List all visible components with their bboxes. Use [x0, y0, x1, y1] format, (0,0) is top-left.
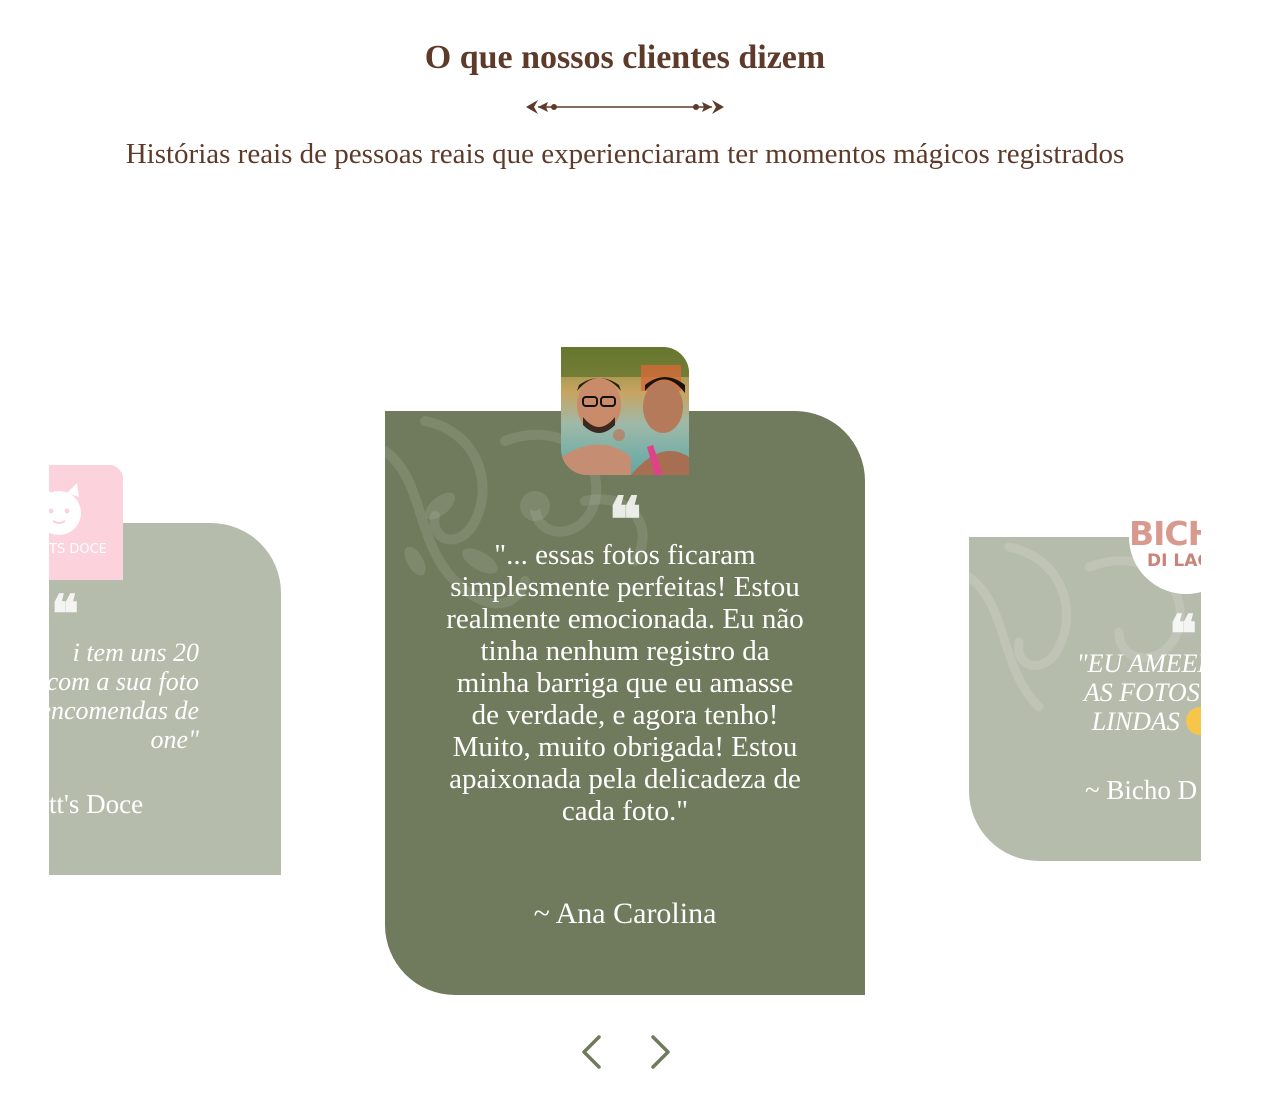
avatar: TS DOCE — [49, 465, 123, 580]
avatar-brand-label: BICH — [1129, 514, 1201, 553]
section-title: O que nossos clientes dizem — [424, 39, 826, 76]
testimonial-quote: "EU AMEEEE AS FOTOS F LINDAS — [1033, 649, 1201, 736]
testimonial-author: tt's Doce — [49, 789, 144, 819]
next-button[interactable] — [641, 1030, 681, 1074]
avatar-brand-label: DI LAC — [1147, 551, 1201, 571]
cat-logo-icon — [49, 465, 123, 580]
couple-photo — [561, 347, 689, 475]
testimonial-author: ~ Ana Carolina — [533, 897, 717, 930]
avatar: BICH DI LAC — [1129, 480, 1201, 594]
heart-eyes-emoji-icon — [1186, 707, 1201, 735]
testimonial-author: ~ Bicho D — [1085, 775, 1198, 805]
testimonials-carousel[interactable]: ❝ i tem uns 20 com a sua foto encomendas… — [49, 300, 1201, 1020]
testimonial-quote: i tem uns 20 com a sua foto encomendas d… — [49, 638, 199, 754]
avatar-brand-label: TS DOCE — [49, 542, 107, 557]
prev-button[interactable] — [571, 1030, 611, 1074]
testimonial-quote: "... essas fotos ficaram simplesmente pe… — [446, 539, 804, 827]
testimonial-card-active: ❝ "... essas fotos ficaram simplesmente … — [385, 411, 865, 995]
section-subtitle: Histórias reais de pessoas reais que exp… — [125, 138, 1125, 170]
avatar — [561, 347, 689, 475]
chevron-right-icon — [651, 1035, 670, 1069]
quote-mark-icon: ❝ — [51, 584, 79, 645]
chevron-left-icon — [582, 1035, 601, 1069]
divider-ornament-icon — [526, 100, 724, 114]
